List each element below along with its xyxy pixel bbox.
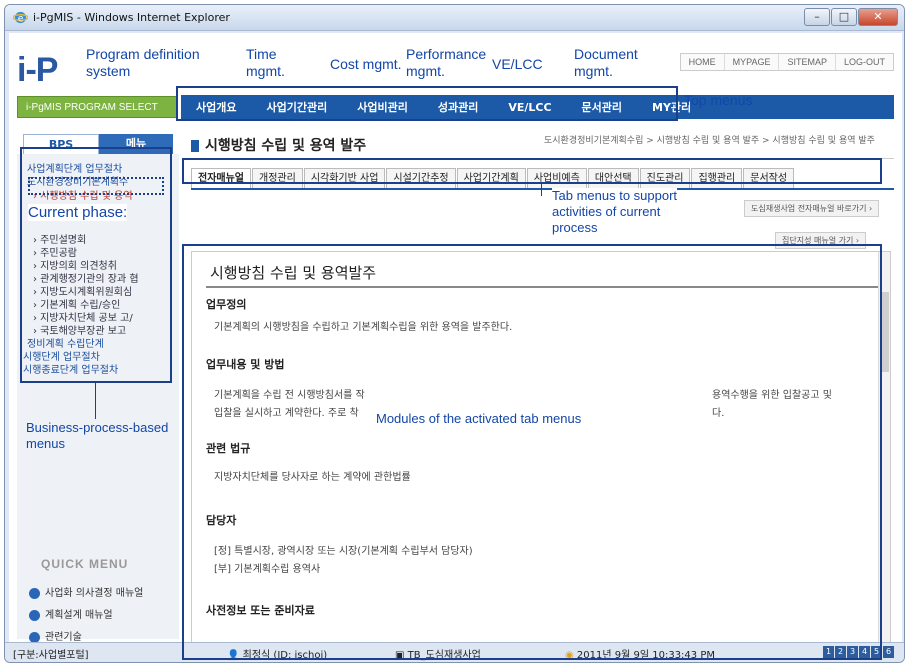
circle-icon xyxy=(29,609,40,621)
annotation-program-definition: Program definition system xyxy=(86,46,200,80)
quick-item-label: 계획설계 매뉴얼 xyxy=(45,610,113,621)
annotation-document-mgmt: Document mgmt. xyxy=(574,46,638,80)
mypage-link[interactable]: MYPAGE xyxy=(725,54,780,70)
tab-menu-highlight-frame xyxy=(182,158,882,184)
close-button[interactable]: ✕ xyxy=(858,8,898,26)
maximize-icon: □ xyxy=(838,10,850,23)
app-logo[interactable]: i-P xyxy=(17,51,58,90)
quick-item-related-tech[interactable]: 관련기술 xyxy=(29,628,82,643)
window-title: i-PgMIS - Windows Internet Explorer xyxy=(33,11,230,24)
title-bar: e i-PgMIS - Windows Internet Explorer – … xyxy=(5,5,904,31)
annotation-tab-menus: Tab menus to support activities of curre… xyxy=(552,188,678,236)
e-manual-shortcut-button[interactable]: 도심재생사업 전자매뉴얼 바로가기 › xyxy=(744,200,880,217)
home-link[interactable]: HOME xyxy=(681,54,725,70)
circle-icon xyxy=(29,631,40,643)
close-icon: ✕ xyxy=(873,10,883,23)
maximize-button[interactable]: □ xyxy=(831,8,857,26)
svg-text:e: e xyxy=(18,13,24,24)
quick-item-design-manual[interactable]: 계획설계 매뉴얼 xyxy=(29,606,113,621)
quick-item-label: 사업화 의사결정 매뉴얼 xyxy=(45,588,144,599)
minimize-icon: – xyxy=(814,10,820,23)
breadcrumb: 도시환경정비기본계획수립 > 시행방침 수립 및 용역 발주 > 시행방침 수립… xyxy=(544,136,875,146)
page-6-icon[interactable]: 6 xyxy=(883,646,894,658)
callout-line xyxy=(541,182,542,196)
module-area-highlight-frame xyxy=(182,244,882,660)
callout-line xyxy=(95,383,96,419)
annotation-cost-mgmt: Cost mgmt. xyxy=(330,56,402,72)
page-title: 시행방침 수립 및 용역 발주 xyxy=(191,135,366,155)
logout-link[interactable]: LOG-OUT xyxy=(836,54,893,70)
scrollbar-thumb[interactable] xyxy=(881,292,889,372)
current-phase-highlight-frame xyxy=(28,177,164,195)
top-links: HOME MYPAGE SITEMAP LOG-OUT xyxy=(679,53,894,71)
circle-icon xyxy=(29,587,40,599)
minimize-button[interactable]: – xyxy=(804,8,830,26)
status-portal: [구분:사업별포털] xyxy=(13,650,89,661)
annotation-performance-mgmt: Performance mgmt. xyxy=(406,46,487,80)
annotation-ve-lcc: VE/LCC xyxy=(492,56,543,72)
sitemap-link[interactable]: SITEMAP xyxy=(779,54,836,70)
top-menu-highlight-frame xyxy=(176,86,678,121)
quick-item-decision-manual[interactable]: 사업화 의사결정 매뉴얼 xyxy=(29,584,143,599)
internet-explorer-icon: e xyxy=(13,11,28,24)
annotation-top-menus: Top menus xyxy=(684,92,753,108)
title-marker-icon xyxy=(191,140,199,152)
quick-menu-label: QUICK MENU xyxy=(41,557,129,571)
program-select-button[interactable]: i-PgMIS PROGRAM SELECT xyxy=(17,96,177,118)
annotation-time-mgmt: Time mgmt. xyxy=(246,46,285,80)
annotation-business-menus: Business-process-based menus xyxy=(26,420,169,451)
page-title-text: 시행방침 수립 및 용역 발주 xyxy=(205,138,367,154)
